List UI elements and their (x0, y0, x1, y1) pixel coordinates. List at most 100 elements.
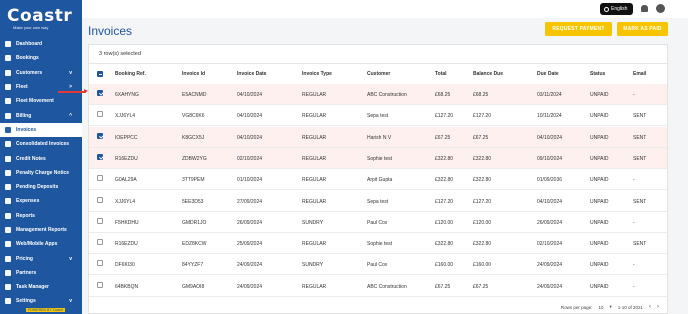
sidebar-item-customers[interactable]: Customers v (0, 66, 82, 80)
sidebar-item-web-mobile-apps[interactable]: Web/Mobile Apps (0, 237, 82, 251)
table-row[interactable]: XJJ6YL4 VG8C6K6 04/10/2024 REGULAR Sepa test… (89, 105, 667, 127)
table-row[interactable]: XJJ6YL4 5EE3D53 27/09/2024 REGULAR Sepa test… (89, 191, 667, 212)
row-checkbox[interactable] (97, 217, 103, 224)
sidebar-item-settings[interactable]: Settings v (0, 294, 82, 308)
cell-total: £68.25 (435, 92, 451, 98)
cell-customer: Paul Cox (367, 262, 388, 269)
sidebar-item-bookings[interactable]: Bookings (0, 51, 82, 65)
sidebar-item-fleet-movement[interactable]: Fleet Movement (0, 94, 82, 108)
cell-due-date: 04/10/2024 (537, 198, 563, 205)
cell-booking-ref-: IOEPPCC (115, 134, 138, 141)
powered-by: POWERED BY Coastr (26, 308, 65, 312)
row-checkbox[interactable] (97, 90, 103, 96)
sidebar-item-label: Customers (16, 69, 43, 76)
cell-booking-ref-: DF6KI30 (115, 262, 135, 269)
sidebar-item-management-reports[interactable]: Management Reports (0, 223, 82, 237)
table-row[interactable]: F5HKDHU GMDR1JO 26/09/2024 SUNDRY Paul Cox £1… (89, 212, 667, 233)
billing-icon (5, 112, 11, 119)
column-header-total[interactable]: Total (435, 71, 447, 77)
sidebar-item-credit-notes[interactable]: Credit Notes (0, 151, 82, 165)
row-checkbox[interactable] (97, 260, 103, 267)
chevron-icon: v (69, 255, 72, 262)
cell-email: SENT (633, 134, 647, 141)
column-header-status[interactable]: Status (590, 71, 605, 77)
row-checkbox[interactable] (97, 239, 103, 246)
column-header-due-date[interactable]: Due Date (537, 71, 559, 77)
reports-icon (5, 212, 11, 219)
sidebar-item-pending-deposits[interactable]: Pending Deposits (0, 180, 82, 194)
cell-balance-due: £127.20 (473, 198, 492, 205)
cell-booking-ref-: G0AL29A (115, 177, 137, 184)
column-header-booking-ref-[interactable]: Booking Ref. (115, 71, 146, 77)
column-header-email[interactable]: Email (633, 71, 646, 77)
chevron-icon: v (69, 69, 72, 76)
sidebar-item-label: Fleet (16, 84, 28, 91)
sidebar-item-expenses[interactable]: Expenses (0, 194, 82, 208)
row-checkbox[interactable] (97, 153, 103, 160)
table-row[interactable]: 6XAHYNG E5ACNMD 04/10/2024 REGULAR ABC Const… (89, 84, 667, 105)
row-checkbox[interactable] (97, 111, 103, 118)
cell-invoice-type: REGULAR (302, 134, 327, 141)
sidebar-item-dashboard[interactable]: Dashboard (0, 37, 82, 51)
sidebar-item-reports[interactable]: Reports (0, 209, 82, 223)
cell-email: - (633, 262, 635, 269)
next-page-button[interactable]: › (657, 304, 659, 310)
column-header-customer[interactable]: Customer (367, 71, 390, 77)
settings-icon (5, 298, 11, 305)
language-button[interactable]: English (600, 3, 633, 15)
divider (89, 63, 667, 64)
cell-customer: Sophie test (367, 241, 393, 248)
rows-per-page-select[interactable]: 10 (598, 305, 603, 310)
row-checkbox[interactable] (97, 281, 103, 288)
user-account-icon[interactable] (656, 4, 665, 13)
sidebar-item-label: Consolidated Invoices (16, 141, 70, 148)
partners-icon (5, 269, 11, 276)
cell-booking-ref-: XJJ6YL4 (115, 198, 136, 205)
column-header-balance-due[interactable]: Balance Due (473, 71, 503, 77)
table-row[interactable]: G0AL29A 3TT9PEM 01/10/2024 REGULAR Arpit Gup… (89, 169, 667, 191)
notification-bell-icon[interactable] (641, 5, 648, 12)
select-all-checkbox[interactable] (97, 71, 103, 77)
row-checkbox[interactable] (97, 196, 103, 203)
cell-due-date: 09/10/2024 (537, 155, 563, 162)
cell-invoice-date: 26/09/2024 (237, 219, 263, 226)
sidebar-item-label: Task Manager (16, 284, 49, 291)
table-row[interactable]: IOEPPCC K8GCX5J 04/10/2024 REGULAR Harish N … (89, 126, 667, 148)
cell-total: £67.25 (435, 283, 451, 290)
sidebar-item-label: Dashboard (16, 41, 43, 48)
sidebar-item-pricing[interactable]: Pricing v (0, 251, 82, 265)
column-header-invoice-date[interactable]: Invoice Date (237, 71, 266, 77)
logo[interactable]: Coastr Make your own way (0, 0, 82, 37)
sidebar-item-invoices[interactable]: Invoices (0, 122, 82, 138)
apps-icon (5, 241, 11, 248)
row-checkbox[interactable] (97, 175, 103, 182)
cell-invoice-id: GMDR1JO (182, 219, 207, 226)
sidebar-item-label: Pricing (16, 255, 33, 262)
cell-total: £67.25 (435, 134, 451, 141)
penalty-icon (5, 169, 11, 176)
sidebar-item-task-manager[interactable]: Task Manager (0, 280, 82, 294)
cell-balance-due: £127.20 (473, 113, 492, 120)
sidebar-item-penalty-charge-notice[interactable]: Penalty Charge Notice (0, 166, 82, 180)
cell-invoice-id: ZDBW2YG (182, 155, 207, 162)
cell-email: SENT (633, 198, 647, 205)
table-row[interactable]: R16EZDU ZDBW2YG 02/10/2024 REGULAR Sophie te… (89, 147, 667, 169)
row-checkbox[interactable] (97, 132, 103, 139)
sidebar-item-billing[interactable]: Billing ^ (0, 108, 82, 122)
cell-status: UNPAID (590, 219, 609, 226)
cell-invoice-date: 25/09/2024 (237, 241, 263, 248)
table-row[interactable]: 64BKBQN GM9AOI8 24/09/2024 REGULAR ABC Const… (89, 276, 667, 297)
cell-email: SENT (633, 113, 647, 120)
table-row[interactable]: DF6KI30 84YYZF7 24/09/2024 SUNDRY Paul Cox £1… (89, 254, 667, 276)
sidebar-item-consolidated-invoices[interactable]: Consolidated Invoices (0, 137, 82, 151)
task-manager-icon (5, 284, 11, 291)
prev-page-button[interactable]: ‹ (649, 304, 651, 310)
table-row[interactable]: R16EZDU EDZ8KCW 25/09/2024 REGULAR Sophie te… (89, 233, 667, 255)
column-header-invoice-type[interactable]: Invoice Type (302, 71, 332, 77)
mark-as-paid-button[interactable]: MARK AS PAID (617, 22, 668, 36)
sidebar-nav: Dashboard Bookings Customers v Fleet > Fleet M… (0, 37, 82, 309)
request-payment-button[interactable]: REQUEST PAYMENT (545, 22, 612, 36)
sidebar-item-partners[interactable]: Partners (0, 266, 82, 280)
sidebar-item-label: Settings (16, 298, 36, 305)
column-header-invoice-id[interactable]: Invoice Id (182, 71, 205, 77)
